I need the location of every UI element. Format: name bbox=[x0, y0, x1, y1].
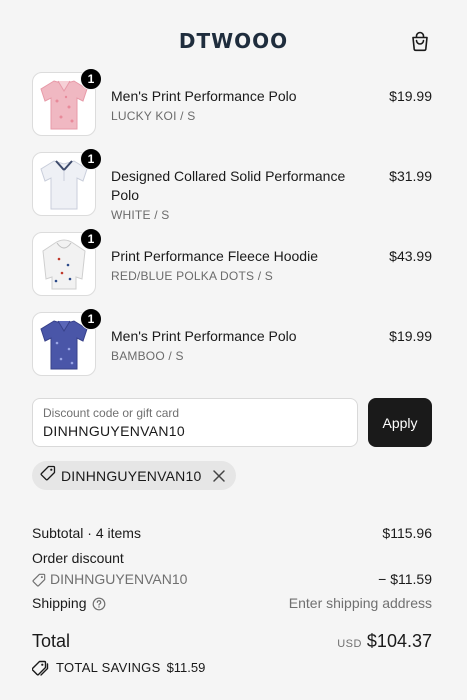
product-name: Men's Print Performance Polo bbox=[111, 88, 297, 104]
subtotal-row: Subtotal · 4 items $115.96 bbox=[32, 524, 432, 543]
product-thumbnail: 1 bbox=[32, 308, 102, 376]
cart-item: 1 Men's Print Performance Polo BAMBOO / … bbox=[32, 308, 432, 392]
shipping-label: Shipping bbox=[32, 595, 87, 611]
product-name: Men's Print Performance Polo bbox=[111, 328, 297, 344]
product-variant: WHITE / S bbox=[111, 208, 170, 222]
product-name: Print Performance Fleece Hoodie bbox=[111, 248, 318, 264]
discount-form: Discount code or gift card DINHNGUYENVAN… bbox=[32, 398, 432, 447]
discount-value: − $11.59 bbox=[378, 571, 432, 587]
subtotal-label: Subtotal · 4 items bbox=[32, 525, 141, 541]
applied-code-text: DINHNGUYENVAN10 bbox=[61, 467, 202, 484]
shipping-value: Enter shipping address bbox=[288, 595, 432, 611]
cart-item: 1 Print Performance Fleece Hoodie RED/BL… bbox=[32, 228, 432, 312]
cart-item: 1 Designed Collared Solid Performance Po… bbox=[32, 148, 432, 232]
discount-input-value[interactable]: DINHNGUYENVAN10 bbox=[43, 422, 347, 441]
header: DTWOOO bbox=[0, 0, 467, 72]
product-thumbnail: 1 bbox=[32, 148, 102, 216]
quantity-badge: 1 bbox=[80, 228, 102, 250]
product-price: $19.99 bbox=[389, 328, 432, 344]
total-row: Total USD $104.37 bbox=[32, 629, 432, 653]
shopping-bag-icon[interactable] bbox=[409, 30, 431, 52]
help-circle-icon[interactable] bbox=[92, 597, 106, 611]
order-discount-row: Order discount bbox=[32, 549, 432, 568]
apply-button[interactable]: Apply bbox=[368, 398, 432, 447]
product-variant: LUCKY KOI / S bbox=[111, 109, 196, 123]
product-price: $31.99 bbox=[389, 168, 432, 184]
total-group: USD $104.37 bbox=[337, 629, 432, 656]
store-logo[interactable]: DTWOOO bbox=[0, 29, 467, 53]
product-price: $43.99 bbox=[389, 248, 432, 264]
product-thumbnail: 1 bbox=[32, 228, 102, 296]
applied-discount-tag: DINHNGUYENVAN10 bbox=[32, 461, 237, 490]
shipping-label-group: Shipping bbox=[32, 594, 106, 613]
discount-code-name: DINHNGUYENVAN10 bbox=[50, 571, 188, 587]
savings-group: TOTAL SAVINGS $11.59 bbox=[32, 658, 205, 677]
savings-label: TOTAL SAVINGS bbox=[56, 660, 161, 675]
discount-code-input[interactable]: Discount code or gift card DINHNGUYENVAN… bbox=[32, 398, 358, 447]
discount-code-line: DINHNGUYENVAN10 bbox=[32, 570, 187, 589]
cart-item: 1 Men's Print Performance Polo LUCKY KOI… bbox=[32, 68, 432, 152]
close-icon[interactable] bbox=[212, 469, 226, 483]
discount-input-label: Discount code or gift card bbox=[43, 406, 180, 420]
savings-value: $11.59 bbox=[166, 660, 206, 675]
product-price: $19.99 bbox=[389, 88, 432, 104]
discount-code-row: DINHNGUYENVAN10 − $11.59 bbox=[32, 570, 432, 589]
product-variant: BAMBOO / S bbox=[111, 349, 184, 363]
total-value: $104.37 bbox=[366, 631, 432, 651]
tag-icon bbox=[32, 573, 46, 587]
tag-icon bbox=[40, 465, 56, 486]
quantity-badge: 1 bbox=[80, 148, 102, 170]
quantity-badge: 1 bbox=[80, 308, 102, 330]
product-name: Designed Collared Solid Performance Polo bbox=[111, 168, 346, 203]
currency-code: USD bbox=[337, 638, 362, 650]
product-thumbnail: 1 bbox=[32, 68, 102, 136]
shipping-row: Shipping Enter shipping address bbox=[32, 594, 432, 613]
order-discount-label: Order discount bbox=[32, 550, 124, 566]
total-label: Total bbox=[32, 631, 71, 651]
subtotal-value: $115.96 bbox=[382, 525, 432, 541]
savings-row: TOTAL SAVINGS $11.59 bbox=[32, 658, 432, 677]
product-variant: RED/BLUE POLKA DOTS / S bbox=[111, 269, 273, 283]
quantity-badge: 1 bbox=[80, 68, 102, 90]
tags-icon bbox=[32, 660, 50, 676]
cart-items-list: 1 Men's Print Performance Polo LUCKY KOI… bbox=[32, 68, 432, 392]
